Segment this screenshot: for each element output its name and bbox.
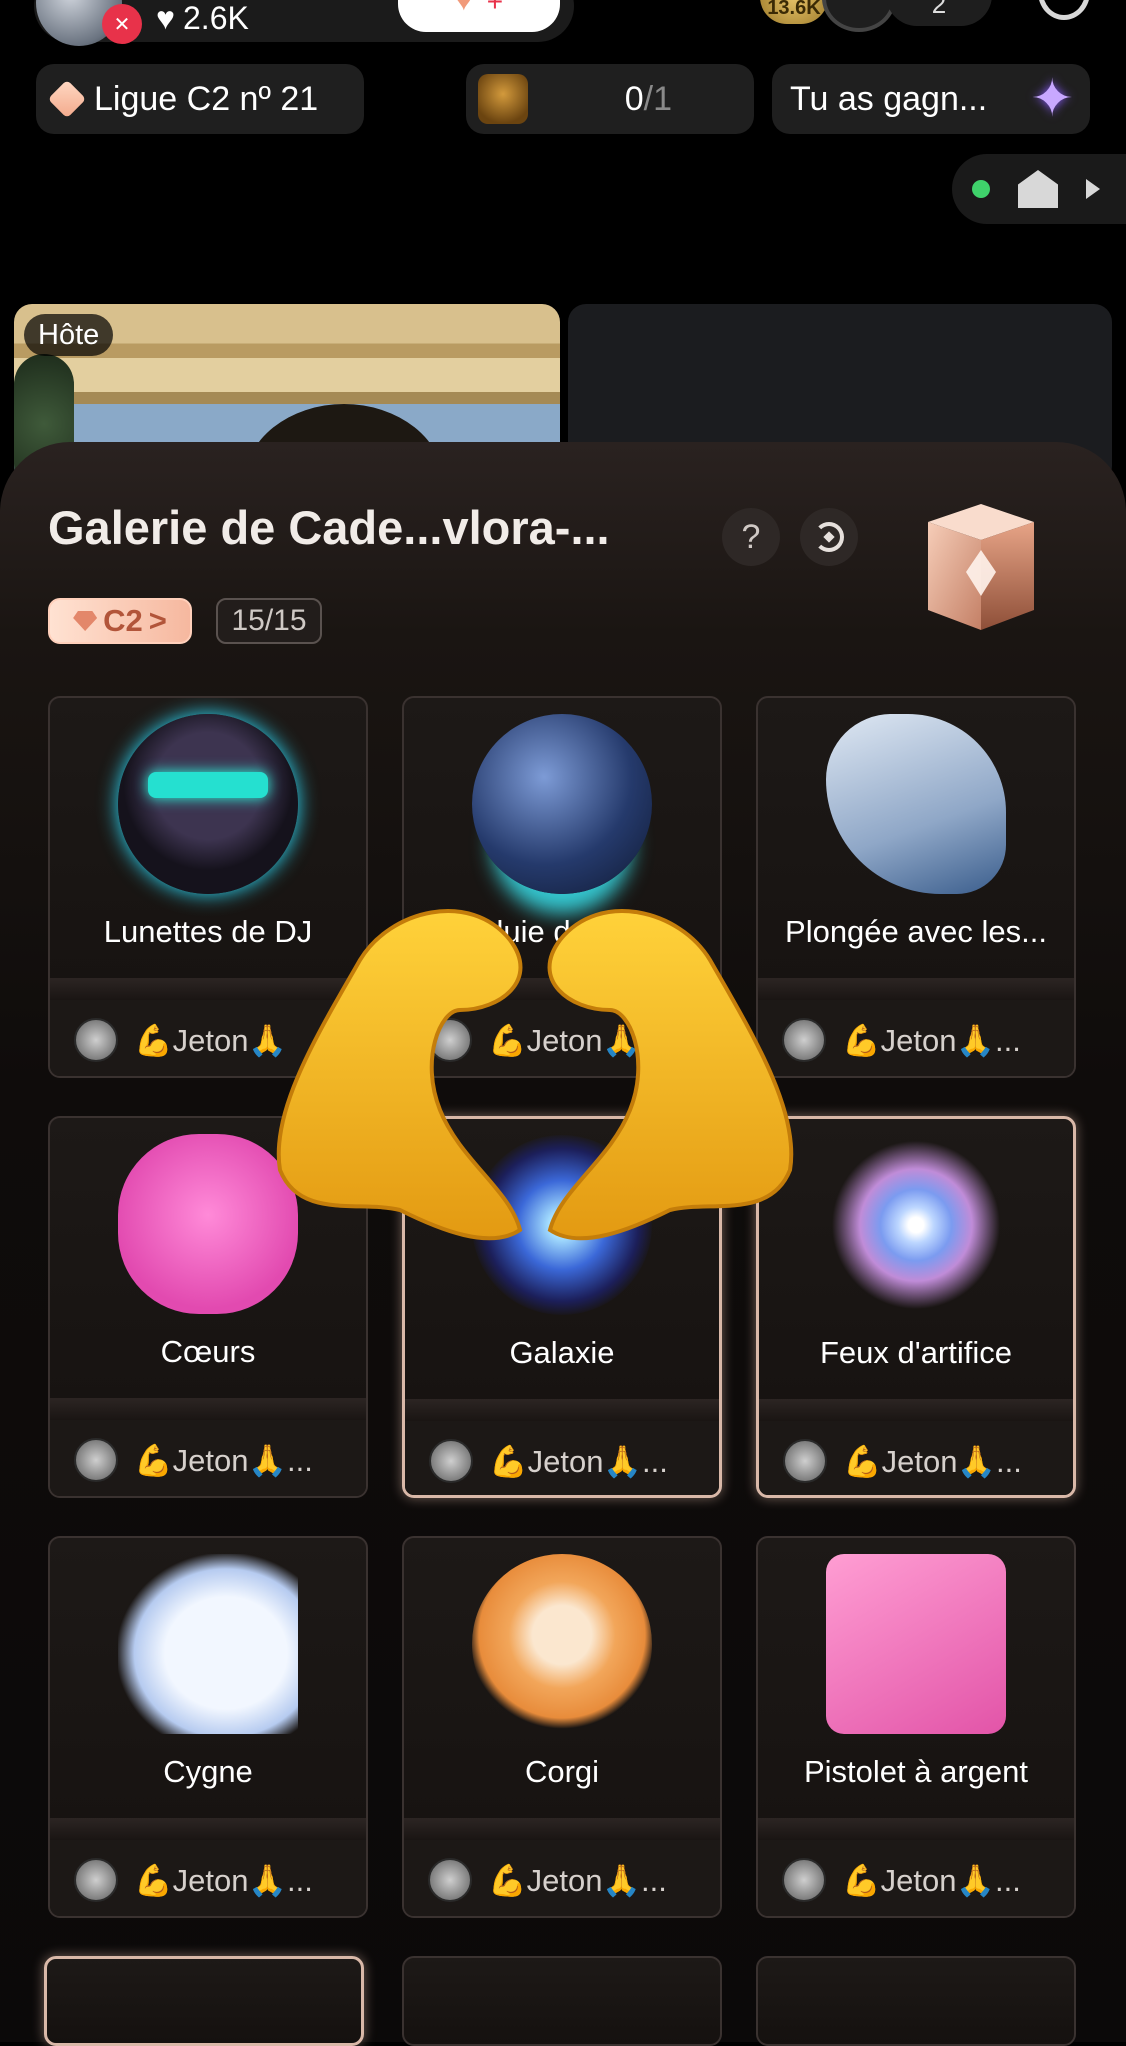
donor-avatar [783, 1439, 827, 1483]
sparkle-icon: ✦ [1030, 70, 1074, 128]
money-gun-icon [826, 1554, 1006, 1734]
gift-card[interactable] [756, 1956, 1076, 2046]
lion-icon [478, 74, 528, 124]
task-chip[interactable]: 0/1 [466, 64, 754, 134]
muted-mic-icon: ✕ [102, 4, 142, 44]
help-button[interactable]: ? [722, 508, 780, 566]
gift-donor: 💪Jeton🙏... [843, 1443, 1022, 1479]
gift-donor: 💪Jeton🙏... [134, 1442, 313, 1478]
gift-name: Corgi [524, 1754, 600, 1789]
coin-badge[interactable]: 13.6K [760, 0, 828, 24]
diamond-icon [47, 79, 87, 119]
home-icon[interactable] [1018, 170, 1058, 208]
gift-card[interactable] [44, 1956, 364, 2046]
follow-plus: + [486, 0, 504, 17]
heart-icon: ♥ [454, 0, 473, 17]
follow-button[interactable]: ♥ + [398, 0, 560, 32]
swan-icon [118, 1554, 298, 1734]
task-progress: 0/1 [624, 79, 672, 118]
gift-donor: 💪Jeton🙏... [488, 1862, 667, 1898]
gift-name: Feux d'artifice [820, 1335, 1012, 1370]
gift-card[interactable]: Cygne 💪Jeton🙏... [48, 1536, 368, 1918]
whale-icon [826, 714, 1006, 894]
corgi-icon [472, 1554, 652, 1734]
gift-donor: 💪Jeton🙏... [134, 1862, 313, 1898]
reward-text: Tu as gagn... [790, 79, 988, 118]
league-label: Ligue C2 nº 21 [94, 79, 319, 118]
gift-name: Cœurs [160, 1334, 256, 1369]
donor-avatar [428, 1858, 472, 1902]
gallery-progress: 15/15 [216, 598, 322, 644]
gift-donor: 💪Jeton🙏... [489, 1443, 668, 1479]
gift-card[interactable]: Corgi 💪Jeton🙏... [402, 1536, 722, 1918]
reward-chip[interactable]: Tu as gagn... ✦ [772, 64, 1090, 134]
gallery-title: Galerie de Cade...vlora-... [48, 501, 610, 554]
diamond-icon [73, 611, 98, 631]
donor-avatar [74, 1438, 118, 1482]
chevron-right-icon: > [148, 603, 167, 638]
close-button[interactable] [1038, 0, 1090, 20]
gift-card[interactable]: Pistolet à argent 💪Jeton🙏... [756, 1536, 1076, 1918]
gallery-cube-icon [928, 504, 1034, 630]
viewer-count[interactable]: 2 [886, 0, 992, 26]
gift-name: Pistolet à argent [803, 1754, 1029, 1789]
tier-badge[interactable]: C2 > [48, 598, 192, 644]
online-dot-icon [972, 180, 990, 198]
donor-avatar [429, 1439, 473, 1483]
likes-value: 2.6K [183, 0, 249, 36]
viewer-avatar[interactable] [822, 0, 896, 32]
history-button[interactable] [800, 508, 858, 566]
gift-card[interactable] [402, 1956, 722, 2046]
league-chip[interactable]: Ligue C2 nº 21 [36, 64, 364, 134]
expand-arrow-icon[interactable] [1086, 179, 1100, 199]
dj-glasses-icon [118, 714, 298, 894]
donor-avatar [782, 1858, 826, 1902]
gift-name: Galaxie [509, 1335, 615, 1370]
donor-avatar [74, 1018, 118, 1062]
heart-hands-icon [276, 909, 794, 1241]
host-label: Hôte [24, 314, 114, 356]
gift-donor: 💪Jeton🙏... [842, 1862, 1021, 1898]
gift-donor: 💪Jeton🙏... [842, 1022, 1021, 1058]
gift-name: Cygne [163, 1754, 253, 1789]
donor-avatar [74, 1858, 118, 1902]
meteor-globe-icon [472, 714, 652, 894]
history-icon [814, 522, 844, 552]
heart-icon: ♥ [156, 0, 175, 36]
likes-counter: ♥ 2.6K [156, 0, 249, 37]
fireworks-icon [826, 1135, 1006, 1315]
side-controls[interactable] [952, 154, 1126, 224]
